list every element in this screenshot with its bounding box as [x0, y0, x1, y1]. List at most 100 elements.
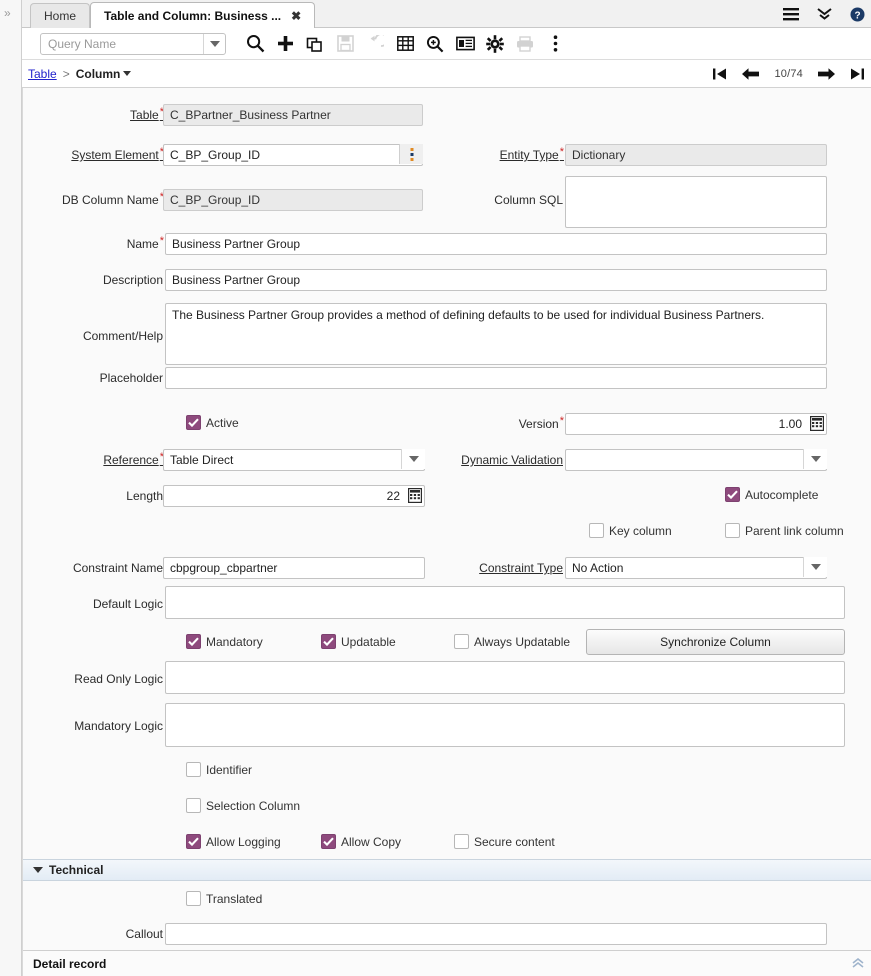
- last-record-icon[interactable]: [850, 67, 865, 81]
- label-table[interactable]: Table: [63, 108, 163, 123]
- collapse-up-icon[interactable]: [852, 957, 864, 971]
- field-default-logic[interactable]: [165, 586, 845, 619]
- field-name[interactable]: Business Partner Group: [165, 233, 827, 255]
- field-system-element[interactable]: C_BP_Group_ID: [163, 144, 423, 166]
- label-description: Description: [43, 273, 163, 287]
- checkbox-active-label: Active: [206, 416, 239, 430]
- checkbox-autocomplete[interactable]: [725, 487, 740, 502]
- field-callout[interactable]: [165, 923, 827, 945]
- checkbox-parent-link-column[interactable]: [725, 523, 740, 538]
- field-dynamic-validation[interactable]: [565, 449, 827, 471]
- checkbox-translated-label: Translated: [206, 892, 262, 906]
- field-placeholder[interactable]: [165, 367, 827, 389]
- field-column-sql[interactable]: [565, 176, 827, 228]
- checkbox-row-parent-link-column[interactable]: Parent link column: [725, 523, 844, 538]
- breadcrumb-current-tab[interactable]: Column: [76, 67, 132, 81]
- checkbox-row-active[interactable]: Active: [186, 415, 239, 430]
- label-column-sql: Column SQL: [443, 193, 563, 207]
- save-icon[interactable]: [330, 29, 360, 59]
- checkbox-key-column[interactable]: [589, 523, 604, 538]
- new-record-icon[interactable]: [270, 29, 300, 59]
- label-entity-type[interactable]: Entity Type: [443, 148, 563, 163]
- detail-record-bar[interactable]: Detail record: [23, 950, 871, 976]
- field-db-column-name: C_BP_Group_ID: [163, 189, 423, 211]
- header-icon-group: ?: [783, 0, 865, 28]
- checkbox-row-updatable[interactable]: Updatable: [321, 634, 396, 649]
- checkbox-secure-content[interactable]: [454, 834, 469, 849]
- menu-icon[interactable]: [783, 8, 799, 21]
- checkbox-allow-logging[interactable]: [186, 834, 201, 849]
- section-technical-label: Technical: [49, 863, 103, 877]
- search-icon[interactable]: [240, 29, 270, 59]
- dynamic-validation-dropdown-arrow[interactable]: [803, 449, 827, 469]
- label-reference[interactable]: Reference: [43, 453, 163, 468]
- checkbox-row-translated[interactable]: Translated: [186, 891, 262, 906]
- checkbox-always-updatable[interactable]: [454, 634, 469, 649]
- field-length[interactable]: 22: [163, 485, 425, 507]
- query-name-input[interactable]: [41, 34, 191, 54]
- grid-toggle-icon[interactable]: [390, 29, 420, 59]
- checkbox-row-identifier[interactable]: Identifier: [186, 762, 252, 777]
- label-constraint-type[interactable]: Constraint Type: [443, 561, 563, 575]
- field-read-only-logic[interactable]: [165, 661, 845, 694]
- field-comment-help[interactable]: The Business Partner Group provides a me…: [165, 303, 827, 365]
- checkbox-updatable[interactable]: [321, 634, 336, 649]
- calculator-icon[interactable]: [809, 414, 825, 432]
- label-comment-help: Comment/Help: [43, 329, 163, 343]
- report-icon[interactable]: [450, 29, 480, 59]
- length-calculator-icon[interactable]: [407, 486, 423, 504]
- print-icon[interactable]: [510, 29, 540, 59]
- checkbox-active[interactable]: [186, 415, 201, 430]
- next-record-icon[interactable]: [817, 67, 836, 81]
- system-element-lookup-icon[interactable]: [399, 144, 423, 164]
- tab-home[interactable]: Home: [30, 3, 90, 28]
- checkbox-allow-copy[interactable]: [321, 834, 336, 849]
- checkbox-translated[interactable]: [186, 891, 201, 906]
- checkbox-row-secure-content[interactable]: Secure content: [454, 834, 555, 849]
- checkbox-identifier[interactable]: [186, 762, 201, 777]
- checkbox-row-always-updatable[interactable]: Always Updatable: [454, 634, 570, 649]
- tab-table-and-column[interactable]: Table and Column: Business ... ✖: [90, 2, 315, 28]
- field-constraint-name[interactable]: cbpgroup_cbpartner: [163, 557, 425, 579]
- label-system-element[interactable]: System Element: [43, 148, 163, 163]
- expand-menu-icon[interactable]: »: [4, 7, 11, 19]
- field-mandatory-logic[interactable]: [165, 703, 845, 747]
- field-version[interactable]: 1.00: [565, 413, 827, 435]
- help-icon[interactable]: ?: [850, 7, 865, 22]
- previous-record-icon[interactable]: [741, 67, 760, 81]
- copy-record-icon[interactable]: [300, 29, 330, 59]
- breadcrumb-separator: >: [63, 67, 70, 81]
- label-dynamic-validation[interactable]: Dynamic Validation: [443, 453, 563, 467]
- query-name-dropdown-arrow[interactable]: [203, 34, 225, 54]
- tab-close-icon[interactable]: ✖: [291, 9, 301, 23]
- checkbox-row-key-column[interactable]: Key column: [589, 523, 672, 538]
- checkbox-autocomplete-label: Autocomplete: [745, 488, 818, 502]
- reference-dropdown-arrow[interactable]: [401, 449, 425, 469]
- synchronize-column-button[interactable]: Synchronize Column: [586, 629, 845, 655]
- chevron-double-down-icon[interactable]: [817, 7, 832, 21]
- more-vert-icon[interactable]: [540, 29, 570, 59]
- checkbox-row-autocomplete[interactable]: Autocomplete: [725, 487, 818, 502]
- zoom-icon[interactable]: [420, 29, 450, 59]
- checkbox-row-selection-column[interactable]: Selection Column: [186, 798, 300, 813]
- checkbox-row-mandatory[interactable]: Mandatory: [186, 634, 263, 649]
- first-record-icon[interactable]: [712, 67, 727, 81]
- field-reference[interactable]: Table Direct: [163, 449, 425, 471]
- field-constraint-type[interactable]: No Action: [565, 557, 827, 579]
- tab-table-and-column-label: Table and Column: Business ...: [104, 9, 281, 23]
- field-description[interactable]: Business Partner Group: [165, 269, 827, 291]
- checkbox-row-allow-copy[interactable]: Allow Copy: [321, 834, 401, 849]
- label-length: Length: [43, 489, 163, 503]
- breadcrumb-bar: Table > Column 10/74: [22, 60, 871, 88]
- checkbox-mandatory[interactable]: [186, 634, 201, 649]
- checkbox-selection-column[interactable]: [186, 798, 201, 813]
- query-name-combo[interactable]: [40, 33, 226, 55]
- label-default-logic: Default Logic: [43, 597, 163, 611]
- breadcrumb-parent-link[interactable]: Table: [28, 67, 57, 81]
- undo-icon[interactable]: [360, 29, 390, 59]
- gear-icon[interactable]: [480, 29, 510, 59]
- checkbox-row-allow-logging[interactable]: Allow Logging: [186, 834, 281, 849]
- checkbox-parent-link-column-label: Parent link column: [745, 524, 844, 538]
- section-technical[interactable]: Technical: [23, 859, 871, 881]
- constraint-type-dropdown-arrow[interactable]: [803, 557, 827, 577]
